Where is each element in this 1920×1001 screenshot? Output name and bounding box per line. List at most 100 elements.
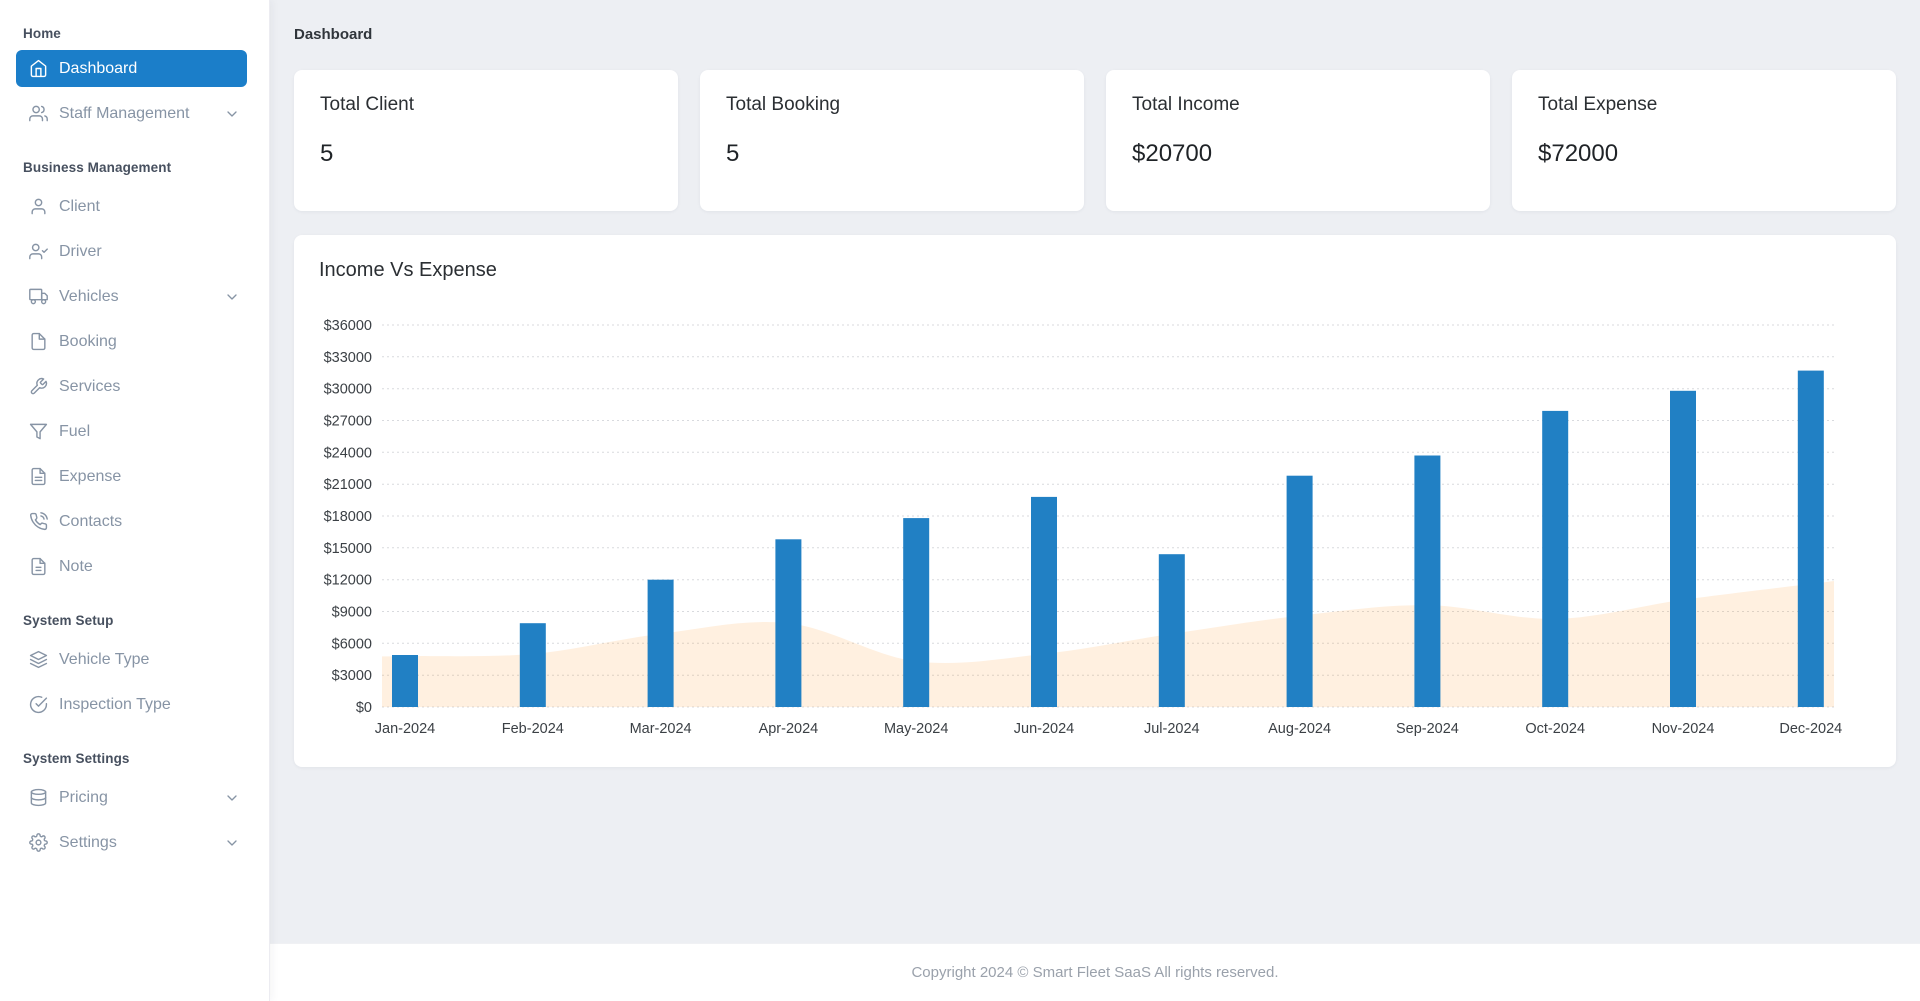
layers-icon: [28, 650, 48, 670]
wrench-icon: [28, 377, 48, 397]
sidebar-item-label: Staff Management: [59, 105, 189, 123]
main-content: Dashboard Total Client 5 Total Booking 5…: [270, 0, 1920, 943]
sidebar-item-pricing[interactable]: Pricing: [0, 775, 269, 820]
x-tick-label: Apr-2024: [759, 721, 819, 737]
sidebar-item-services[interactable]: Services: [0, 364, 269, 409]
y-tick-label: $12000: [324, 573, 372, 589]
sidebar-item-label: Inspection Type: [59, 696, 171, 714]
x-tick-label: May-2024: [884, 721, 948, 737]
y-tick-label: $0: [356, 700, 372, 716]
sidebar-item-label: Pricing: [59, 789, 108, 807]
chart-card: Income Vs Expense $36000$33000$30000$270…: [294, 235, 1896, 767]
y-tick-label: $15000: [324, 541, 372, 557]
sidebar-item-label: Services: [59, 378, 120, 396]
stat-card-label: Total Expense: [1538, 94, 1870, 116]
y-tick-label: $36000: [324, 318, 372, 334]
stat-card-total-client: Total Client 5: [294, 70, 678, 211]
income-expense-chart: $36000$33000$30000$27000$24000$21000$180…: [294, 235, 1896, 767]
app-root: { "header": { "title": "Dashboard" }, "s…: [0, 0, 1920, 1001]
main-area: Dashboard Total Client 5 Total Booking 5…: [270, 0, 1920, 1001]
sidebar-item-label: Settings: [59, 834, 117, 852]
income-bar-Mar-2024[interactable]: [648, 580, 674, 707]
sidebar-item-contacts[interactable]: Contacts: [0, 499, 269, 544]
y-tick-label: $6000: [332, 636, 372, 652]
income-bar-Nov-2024[interactable]: [1670, 391, 1696, 707]
stat-card-value: 5: [320, 140, 652, 168]
income-bar-Feb-2024[interactable]: [520, 623, 546, 707]
x-tick-label: Jul-2024: [1144, 721, 1200, 737]
phone-icon: [28, 512, 48, 532]
x-tick-label: Nov-2024: [1652, 721, 1715, 737]
nav-section-home: Home: [0, 26, 269, 41]
users-icon: [28, 104, 48, 124]
funnel-icon: [28, 422, 48, 442]
sidebar-item-driver[interactable]: Driver: [0, 229, 269, 274]
stat-cards-row: Total Client 5 Total Booking 5 Total Inc…: [294, 70, 1896, 211]
nav-section-system-settings: System Settings: [0, 751, 269, 766]
user-check-icon: [28, 242, 48, 262]
sidebar-item-label: Dashboard: [59, 60, 137, 78]
file-icon: [28, 332, 48, 352]
x-tick-label: Jan-2024: [375, 721, 435, 737]
check-circle-icon: [28, 695, 48, 715]
stat-card-total-booking: Total Booking 5: [700, 70, 1084, 211]
sidebar-item-expense[interactable]: Expense: [0, 454, 269, 499]
y-tick-label: $3000: [332, 668, 372, 684]
sidebar-item-label: Contacts: [59, 513, 122, 531]
income-bar-Sep-2024[interactable]: [1414, 456, 1440, 708]
nav-section-business-management: Business Management: [0, 160, 269, 175]
sidebar-item-booking[interactable]: Booking: [0, 319, 269, 364]
sidebar-item-settings[interactable]: Settings: [0, 820, 269, 865]
income-bar-Dec-2024[interactable]: [1798, 371, 1824, 707]
chevron-down-icon: [224, 289, 240, 305]
x-tick-label: Sep-2024: [1396, 721, 1459, 737]
sidebar-nav: Home Dashboard Staff Management Business Ma…: [0, 26, 269, 865]
sidebar-item-label: Vehicles: [59, 288, 119, 306]
income-bar-Oct-2024[interactable]: [1542, 411, 1568, 707]
nav-section-system-setup: System Setup: [0, 613, 269, 628]
income-bar-Aug-2024[interactable]: [1287, 476, 1313, 707]
stat-card-label: Total Income: [1132, 94, 1464, 116]
sidebar-item-note[interactable]: Note: [0, 544, 269, 589]
sidebar-item-vehicles[interactable]: Vehicles: [0, 274, 269, 319]
income-bar-Jun-2024[interactable]: [1031, 497, 1057, 707]
chevron-down-icon: [224, 106, 240, 122]
y-tick-label: $30000: [324, 382, 372, 398]
y-tick-label: $9000: [332, 605, 372, 621]
note-icon: [28, 557, 48, 577]
stat-card-total-expense: Total Expense $72000: [1512, 70, 1896, 211]
stat-card-value: 5: [726, 140, 1058, 168]
sidebar-item-vehicle-type[interactable]: Vehicle Type: [0, 637, 269, 682]
x-tick-label: Dec-2024: [1779, 721, 1842, 737]
stat-card-value: $72000: [1538, 140, 1870, 168]
x-tick-label: Feb-2024: [502, 721, 564, 737]
income-bar-Apr-2024[interactable]: [775, 539, 801, 707]
copyright-text: Copyright 2024 © Smart Fleet SaaS All ri…: [911, 964, 1278, 981]
gear-icon: [28, 833, 48, 853]
chevron-down-icon: [224, 790, 240, 806]
chevron-down-icon: [224, 835, 240, 851]
sidebar-item-label: Driver: [59, 243, 102, 261]
sidebar-item-dashboard[interactable]: Dashboard: [16, 50, 247, 87]
sidebar-item-label: Client: [59, 198, 100, 216]
x-tick-label: Jun-2024: [1014, 721, 1074, 737]
income-bar-Jan-2024[interactable]: [392, 655, 418, 707]
expense-area-series: [382, 581, 1834, 707]
footer: Copyright 2024 © Smart Fleet SaaS All ri…: [270, 943, 1920, 1001]
income-bar-Jul-2024[interactable]: [1159, 554, 1185, 707]
sidebar-item-fuel[interactable]: Fuel: [0, 409, 269, 454]
sidebar-item-inspection-type[interactable]: Inspection Type: [0, 682, 269, 727]
y-tick-label: $33000: [324, 350, 372, 366]
y-tick-label: $18000: [324, 509, 372, 525]
stat-card-label: Total Client: [320, 94, 652, 116]
stat-card-total-income: Total Income $20700: [1106, 70, 1490, 211]
sidebar: Home Dashboard Staff Management Business Ma…: [0, 0, 270, 1001]
sidebar-item-label: Expense: [59, 468, 121, 486]
y-tick-label: $27000: [324, 414, 372, 430]
user-icon: [28, 197, 48, 217]
sidebar-item-staff-management[interactable]: Staff Management: [0, 91, 269, 136]
sidebar-item-client[interactable]: Client: [0, 184, 269, 229]
income-bar-May-2024[interactable]: [903, 518, 929, 707]
sidebar-item-label: Note: [59, 558, 93, 576]
y-tick-label: $24000: [324, 445, 372, 461]
